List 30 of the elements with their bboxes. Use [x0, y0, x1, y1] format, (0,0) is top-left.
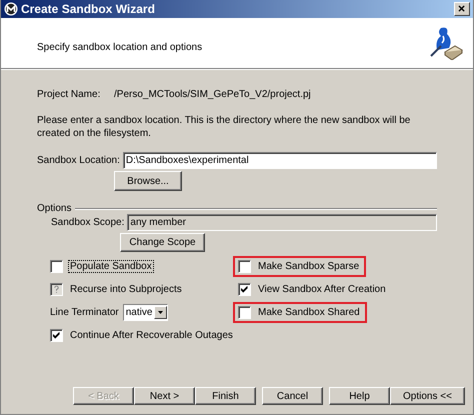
instructions-text: Please enter a sandbox location. This is the directory where the new sandbox will be created on the filesystem. [37, 114, 412, 140]
options-button[interactable]: Options << [390, 387, 465, 405]
checkbox-label: Recurse into Subprojects [69, 283, 183, 296]
checkbox-label: Make Sandbox Shared [257, 306, 361, 319]
sandbox-location-label: Sandbox Location: [37, 155, 121, 166]
checkbox[interactable] [238, 306, 251, 319]
checkbox[interactable] [50, 260, 63, 273]
checkbox[interactable] [238, 260, 251, 273]
checkbox-label: View Sandbox After Creation [257, 283, 387, 296]
line-terminator-label: Line Terminator [50, 307, 119, 318]
checkbox[interactable] [50, 329, 63, 342]
next-button[interactable]: Next > [134, 387, 195, 405]
checkbox-label: Populate Sandbox [68, 260, 154, 273]
wizard-subtitle: Specify sandbox location and options [37, 40, 204, 52]
browse-button[interactable]: Browse... [114, 171, 182, 191]
sandbox-location-field[interactable]: D:\Sandboxes\experimental [122, 152, 437, 169]
close-icon[interactable] [454, 2, 470, 16]
project-path: /Perso_MCTools/SIM_GePeTo_V2/project.pj [114, 89, 311, 100]
sandbox-scope-label: Sandbox Scope: [51, 217, 126, 228]
checkbox-label: Continue After Recoverable Outages [69, 329, 234, 342]
help-button[interactable]: Help [329, 387, 390, 405]
checkbox[interactable] [238, 283, 251, 296]
window-title: Create Sandbox Wizard [21, 2, 156, 16]
options-group-title: Options [37, 203, 72, 214]
checkbox-label: Make Sandbox Sparse [257, 260, 360, 273]
app-logo-icon [4, 2, 18, 16]
cancel-button[interactable]: Cancel [262, 387, 323, 405]
finish-button[interactable]: Finish [195, 387, 256, 405]
project-name-label: Project Name: [37, 89, 102, 100]
line-terminator-dropdown[interactable]: native [122, 304, 168, 321]
